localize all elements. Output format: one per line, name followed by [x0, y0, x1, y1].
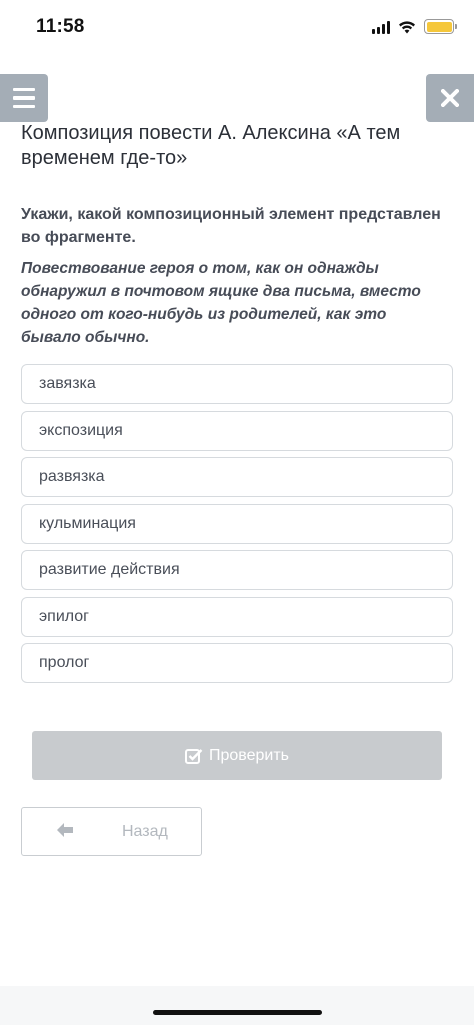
option-kulminatsiya[interactable]: кульминация — [21, 503, 453, 544]
check-button-label: Проверить — [208, 746, 289, 764]
option-prolog[interactable]: пролог — [21, 643, 453, 683]
close-icon — [441, 89, 459, 107]
back-button[interactable]: Назад — [21, 807, 202, 856]
hamburger-menu-icon — [13, 87, 35, 92]
footer-band — [0, 986, 474, 1025]
question-fragment: Повествование героя о том, как он однажд… — [21, 260, 421, 346]
home-indicator — [153, 1010, 322, 1015]
check-button[interactable]: Проверить — [32, 731, 442, 780]
answer-options: завязка экспозиция развязка кульминация … — [21, 364, 453, 690]
checkbox-check-icon — [184, 748, 203, 764]
wifi-icon — [399, 20, 415, 33]
option-zavyazka[interactable]: завязка — [21, 364, 453, 404]
status-bar: 11:58 — [0, 0, 474, 56]
back-button-label: Назад — [122, 823, 168, 840]
option-razvyazka[interactable]: развязка — [21, 457, 453, 497]
option-razvitie-deystviya[interactable]: развитие действия — [21, 550, 453, 590]
battery-icon — [424, 19, 457, 34]
close-button[interactable] — [426, 74, 474, 122]
menu-button[interactable] — [0, 74, 48, 122]
status-icons — [372, 19, 457, 34]
option-ekspozitsiya[interactable]: экспозиция — [21, 410, 453, 451]
option-epilog[interactable]: эпилог — [21, 596, 453, 637]
status-time: 11:58 — [36, 16, 85, 37]
signal-icon — [372, 20, 390, 34]
question-prompt: Укажи, какой композиционный элемент пред… — [21, 206, 441, 246]
arrow-left-icon — [57, 823, 73, 837]
page-title: Композиция повести А. Алексина «А тем вр… — [21, 122, 401, 169]
